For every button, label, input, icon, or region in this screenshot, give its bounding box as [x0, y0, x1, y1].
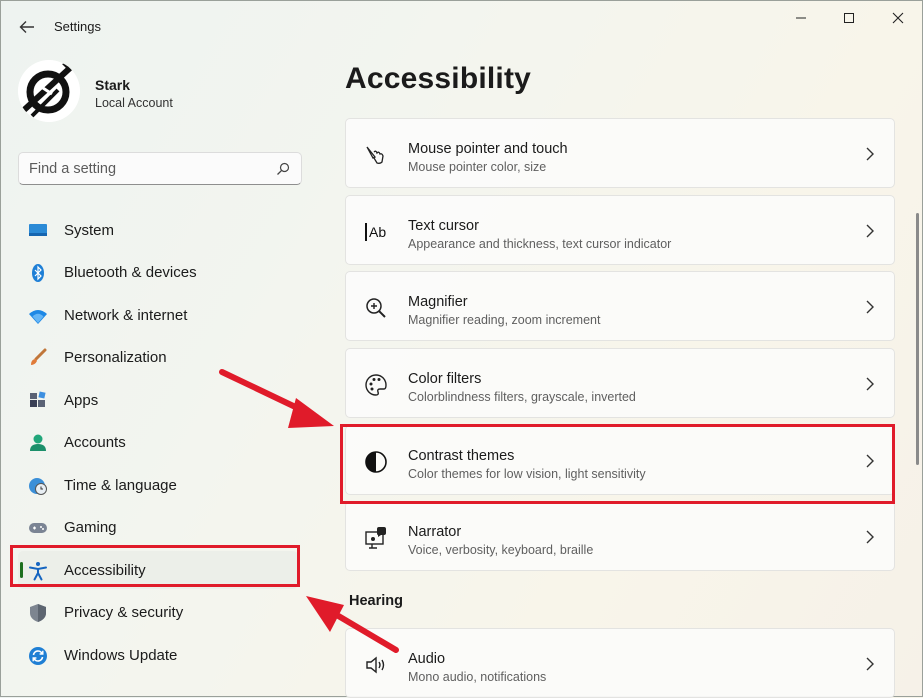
- minimize-icon: [796, 17, 806, 19]
- account-type: Local Account: [95, 96, 173, 110]
- card-subtitle: Magnifier reading, zoom increment: [408, 313, 601, 327]
- card-mouse-pointer[interactable]: Mouse pointer and touch Mouse pointer co…: [345, 118, 895, 188]
- back-button[interactable]: [16, 16, 38, 38]
- apps-icon: [28, 391, 48, 411]
- svg-text:Ab: Ab: [369, 224, 386, 240]
- user-name: Stark: [95, 77, 131, 93]
- sidebar-item-label: Personalization: [64, 348, 167, 366]
- clock-globe-icon: [28, 476, 48, 496]
- sidebar-item-label: Time & language: [64, 476, 177, 494]
- sidebar-item-bluetooth[interactable]: Bluetooth & devices: [18, 253, 298, 291]
- card-text-cursor[interactable]: Ab Text cursor Appearance and thickness,…: [345, 195, 895, 265]
- gamepad-icon: [28, 518, 48, 538]
- sidebar-item-label: Bluetooth & devices: [64, 263, 197, 281]
- card-subtitle: Mono audio, notifications: [408, 670, 547, 684]
- card-subtitle: Appearance and thickness, text cursor in…: [408, 237, 672, 251]
- close-icon: [892, 12, 904, 24]
- chevron-right-icon: [866, 147, 874, 161]
- person-icon: [28, 433, 48, 453]
- sidebar-item-windows-update[interactable]: Windows Update: [18, 636, 298, 674]
- sidebar-item-label: System: [64, 221, 115, 239]
- card-color-filters[interactable]: Color filters Colorblindness filters, gr…: [345, 348, 895, 418]
- sidebar-item-system[interactable]: System: [18, 211, 298, 249]
- app-title: Settings: [54, 19, 101, 34]
- scrollbar[interactable]: [916, 213, 919, 465]
- chevron-right-icon: [866, 377, 874, 391]
- card-title: Audio: [408, 651, 446, 667]
- update-icon: [28, 646, 48, 666]
- card-title: Narrator: [408, 524, 462, 540]
- sidebar-item-label: Privacy & security: [64, 603, 184, 621]
- chevron-right-icon: [866, 224, 874, 238]
- avatar[interactable]: [18, 60, 80, 122]
- sidebar-item-gaming[interactable]: Gaming: [18, 508, 298, 546]
- search-input[interactable]: [29, 153, 269, 184]
- minimize-button[interactable]: [778, 6, 824, 30]
- card-audio[interactable]: Audio Mono audio, notifications: [345, 628, 895, 698]
- card-title: Mouse pointer and touch: [408, 141, 568, 157]
- title-bar: Settings: [0, 0, 923, 52]
- speaker-icon: [364, 653, 388, 677]
- sidebar-item-network[interactable]: Network & internet: [18, 296, 298, 334]
- text-cursor-icon: Ab: [364, 220, 388, 244]
- maximize-button[interactable]: [826, 6, 872, 30]
- sidebar-item-personalization[interactable]: Personalization: [18, 338, 298, 376]
- sidebar-item-label: Accounts: [64, 433, 126, 451]
- sidebar-item-label: Apps: [64, 391, 99, 409]
- page-title: Accessibility: [345, 62, 532, 95]
- card-title: Magnifier: [408, 294, 468, 310]
- chevron-right-icon: [866, 657, 874, 671]
- highlight-box-contrast-themes: [340, 424, 895, 504]
- close-button[interactable]: [875, 6, 921, 30]
- sidebar-item-label: Gaming: [64, 518, 117, 536]
- wifi-icon: [28, 306, 48, 326]
- magnifier-icon: [364, 296, 388, 320]
- sidebar-item-apps[interactable]: Apps: [18, 381, 298, 419]
- card-narrator[interactable]: Narrator Voice, verbosity, keyboard, bra…: [345, 501, 895, 571]
- card-subtitle: Voice, verbosity, keyboard, braille: [408, 543, 594, 557]
- card-magnifier[interactable]: Magnifier Magnifier reading, zoom increm…: [345, 271, 895, 341]
- sidebar-item-time-language[interactable]: Time & language: [18, 466, 298, 504]
- narrator-icon: [364, 526, 388, 550]
- mouse-pointer-icon: [364, 143, 388, 167]
- search-icon[interactable]: [275, 161, 291, 177]
- chevron-right-icon: [866, 300, 874, 314]
- monitor-icon: [28, 221, 48, 241]
- maximize-icon: [844, 13, 854, 23]
- brush-icon: [28, 348, 48, 368]
- search-box[interactable]: [18, 152, 302, 185]
- card-title: Text cursor: [408, 218, 479, 234]
- section-title-hearing: Hearing: [349, 593, 403, 609]
- sidebar-item-privacy-security[interactable]: Privacy & security: [18, 593, 298, 631]
- card-subtitle: Mouse pointer color, size: [408, 160, 547, 174]
- back-arrow-icon: [19, 21, 34, 33]
- shield-icon: [28, 603, 48, 623]
- highlight-box-accessibility-nav: [10, 545, 300, 587]
- chevron-right-icon: [866, 530, 874, 544]
- palette-icon: [364, 373, 388, 397]
- avatar-image: [18, 60, 80, 122]
- card-subtitle: Colorblindness filters, grayscale, inver…: [408, 390, 636, 404]
- bluetooth-icon: [28, 263, 48, 283]
- sidebar-item-label: Network & internet: [64, 306, 188, 324]
- sidebar-item-label: Windows Update: [64, 646, 178, 664]
- sidebar-item-accounts[interactable]: Accounts: [18, 423, 298, 461]
- card-title: Color filters: [408, 371, 482, 387]
